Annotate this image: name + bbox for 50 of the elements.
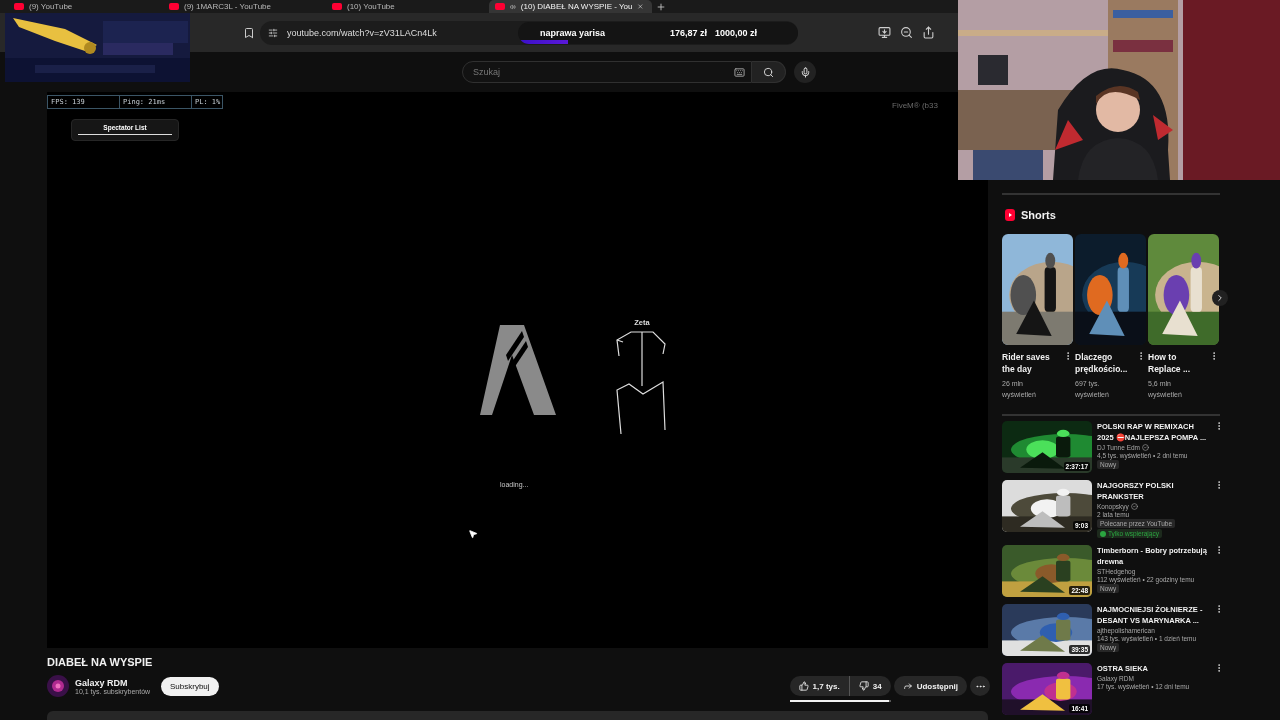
install-app-icon[interactable] [878, 26, 891, 39]
site-settings-icon [268, 27, 278, 38]
version-label: FiveM® (b33 [892, 101, 938, 110]
search-field[interactable]: Szukaj [462, 61, 752, 83]
members-icon [1100, 530, 1106, 537]
share-icon[interactable] [922, 26, 935, 39]
goal-label: naprawa yarisa [540, 27, 607, 38]
section-heading: Shorts [1021, 208, 1056, 221]
short-title[interactable]: Dlaczego prędkościo... [1075, 351, 1136, 375]
browser-tab[interactable]: (9) YouTube [0, 0, 163, 13]
subscribe-button[interactable]: Subskrybuj [161, 676, 219, 696]
browser-tab[interactable]: (10) DIABEŁ NA WYSPIE - You [489, 0, 652, 13]
voice-search-button[interactable] [794, 61, 816, 83]
video-title: DIABEŁ NA WYSPIE [47, 656, 154, 668]
share-arrow-icon [902, 681, 913, 691]
more-button[interactable] [970, 676, 990, 696]
zoom-out-icon[interactable] [900, 26, 913, 39]
youtube-icon [495, 3, 505, 10]
skeleton-figure-icon [615, 330, 669, 434]
thumbs-up-icon [798, 681, 809, 691]
next-button[interactable] [1212, 290, 1228, 306]
channel-avatar[interactable] [47, 675, 69, 697]
bookmark-icon [243, 26, 255, 39]
microphone-icon [799, 66, 811, 78]
youtube-icon [169, 3, 179, 10]
close-icon[interactable] [637, 2, 644, 11]
share-button[interactable]: Udostępnij [893, 676, 967, 696]
dislike-button[interactable]: 34 [849, 676, 891, 696]
search-placeholder: Szukaj [473, 67, 500, 77]
search-icon [763, 66, 774, 78]
logo-icon [480, 325, 556, 415]
search-button[interactable] [752, 61, 786, 83]
browser-tab[interactable]: (10) YouTube [326, 0, 489, 13]
channel-name[interactable]: Galaxy RDM [75, 677, 155, 688]
keyboard-icon [734, 66, 745, 78]
short-title[interactable]: Rider saves the day [1002, 351, 1063, 375]
goal-raised: 176,87 zł [670, 27, 708, 38]
mouse-cursor-icon [468, 529, 478, 539]
goal-target: 1000,00 zł [715, 27, 758, 38]
thumbs-down-icon [858, 681, 869, 691]
youtube-icon [332, 3, 342, 10]
url-text: youtube.com/watch?v=zV31LACn4Lk [287, 27, 438, 38]
shorts-icon [1005, 208, 1015, 221]
short-title[interactable]: How to Replace ... [1148, 351, 1209, 375]
chevron-right-icon [1215, 293, 1225, 303]
browser-tab[interactable]: (9) 1MARC3L - YouTube [163, 0, 326, 13]
new-tab-icon[interactable] [656, 2, 666, 12]
like-button[interactable]: 1,7 tys. [789, 676, 850, 696]
youtube-icon [14, 3, 24, 10]
address-bar[interactable]: youtube.com/watch?v=zV31LACn4Lk naprawa yarisa 176,87 zł 1000,00 zł [260, 20, 798, 45]
